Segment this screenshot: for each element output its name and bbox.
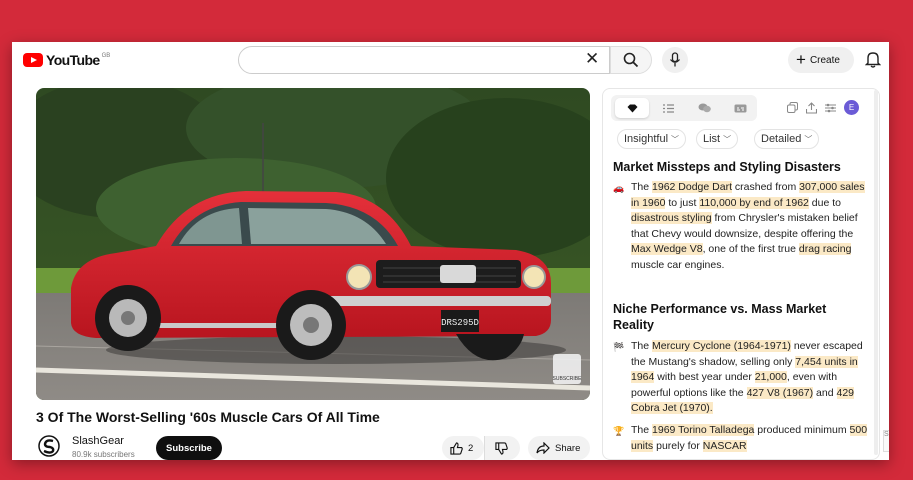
summary-text: The Mercury Cyclone (1964-1971) never es… <box>631 339 868 417</box>
copy-icon[interactable] <box>787 102 798 113</box>
diamond-icon <box>627 104 637 112</box>
notifications-bell-icon[interactable] <box>865 50 881 68</box>
video-frame-car: DRS295D SUBSCRIBE <box>36 88 590 400</box>
text-segment: due to <box>808 196 842 209</box>
summary-item: 🏁 The Mercury Cyclone (1964-1971) never … <box>613 339 868 417</box>
number-plate: DRS295D <box>441 318 479 328</box>
checkered-flag-icon: 🏁 <box>613 342 625 352</box>
panel-tabs <box>611 95 757 121</box>
video-title: 3 Of The Worst-Selling '60s Muscle Cars … <box>36 409 380 425</box>
text-segment: The <box>631 181 653 193</box>
share-button[interactable]: Share <box>528 436 590 460</box>
filter-label-detailed: Detailed <box>761 133 802 145</box>
chat-bubbles-icon <box>698 103 711 113</box>
channel-name[interactable]: SlashGear <box>72 435 124 447</box>
user-avatar[interactable]: E <box>844 100 859 115</box>
thumbs-down-icon <box>495 441 508 455</box>
highlighted-term: 21,000 <box>754 371 787 383</box>
create-label: Create <box>809 54 840 66</box>
highlighted-term: disastrous styling <box>631 212 712 224</box>
text-segment: to just <box>665 196 700 209</box>
filter-list[interactable]: List ﹀ <box>696 129 739 149</box>
trophy-icon: 🏆 <box>613 426 625 436</box>
tab-chat[interactable] <box>687 98 721 118</box>
highlighted-term: 427 V8 (1967) <box>746 386 814 399</box>
youtube-play-icon <box>23 53 43 67</box>
channel-avatar-icon[interactable] <box>38 435 60 457</box>
page-scrollbar[interactable] <box>874 90 878 455</box>
logo-region: GB <box>101 53 111 59</box>
like-button[interactable]: 2 <box>442 436 484 460</box>
filter-label-list: List <box>703 133 721 145</box>
microphone-icon <box>669 52 681 67</box>
highlighted-term: 110,000 by end of 1962 <box>699 196 809 209</box>
section-title-niche-performance: Niche Performance vs. Mass Market Realit… <box>613 302 827 332</box>
search-input[interactable] <box>238 46 610 74</box>
filter-detailed[interactable]: Detailed ﹀ <box>754 129 820 149</box>
text-segment: purely for <box>653 439 703 452</box>
summary-text: The 1962 Dodge Dart crashed from 307,000… <box>631 180 868 273</box>
browser-frame: YouTube GB ✕ + Create DRS295D SUBSCRIBE … <box>12 42 889 460</box>
share-arrow-icon <box>536 442 550 454</box>
filter-label-insightful: Insightful <box>624 133 669 145</box>
highlighted-term: Mercury Cyclone (1964-1971) <box>652 340 791 352</box>
highlighted-term: drag racing <box>798 243 852 255</box>
summary-text: The 1969 Torino Talladega produced minim… <box>631 423 868 454</box>
summary-item: 🚗 The 1962 Dodge Dart crashed from 307,0… <box>613 180 868 273</box>
list-icon <box>662 103 674 113</box>
text-segment: with best year under <box>654 371 755 383</box>
subscribe-button[interactable]: Subscribe <box>156 436 222 460</box>
text-segment: The <box>631 424 653 436</box>
summary-panel: E Insightful ﹀ List ﹀ Detailed ﹀ Market … <box>602 88 880 460</box>
panel-tools: E <box>787 100 859 115</box>
dislike-button[interactable] <box>484 436 520 460</box>
chevron-down-icon: ﹀ <box>723 134 732 144</box>
section-title-market-missteps: Market Missteps and Styling Disasters <box>613 160 841 174</box>
highlighted-term: Max Wedge V8 <box>631 243 703 255</box>
channel-subscribers: 80.9k subscribers <box>72 450 135 459</box>
tab-insights[interactable] <box>615 98 649 118</box>
settings-sliders-icon[interactable] <box>825 103 836 113</box>
logo-text: YouTube <box>46 52 100 68</box>
highlighted-term: NASCAR <box>702 439 747 452</box>
tab-list[interactable] <box>651 98 685 118</box>
upload-icon[interactable] <box>806 101 817 114</box>
filter-insightful[interactable]: Insightful ﹀ <box>617 129 687 149</box>
thumbs-up-icon <box>450 441 463 455</box>
side-tab[interactable]: S <box>883 430 889 452</box>
text-segment: and <box>813 386 837 399</box>
youtube-header: YouTube GB ✕ + Create <box>12 42 889 78</box>
search-icon <box>623 52 639 68</box>
highlighted-term: 1969 Torino Talladega <box>652 424 755 436</box>
search-button[interactable] <box>610 46 652 74</box>
chevron-down-icon: ﹀ <box>671 134 680 144</box>
highlighted-term: 1962 Dodge Dart <box>652 181 732 193</box>
tab-captions[interactable] <box>723 98 757 118</box>
subscribe-watermark: SUBSCRIBE <box>553 376 583 382</box>
chevron-down-icon: ﹀ <box>804 134 813 144</box>
captions-icon <box>734 104 746 112</box>
video-player[interactable]: DRS295D SUBSCRIBE <box>36 88 590 400</box>
plus-icon: + <box>796 50 806 69</box>
share-label: Share <box>555 442 581 454</box>
text-segment: , one of the first true <box>702 243 799 255</box>
create-button[interactable]: + Create <box>788 47 854 73</box>
like-count: 2 <box>468 442 474 454</box>
youtube-logo[interactable]: YouTube GB <box>23 52 110 68</box>
car-icon: 🚗 <box>613 183 625 193</box>
text-segment: The <box>631 340 653 352</box>
text-segment: muscle car engines. <box>631 258 725 271</box>
text-segment: produced minimum <box>754 424 850 436</box>
clear-search-icon[interactable]: ✕ <box>585 49 599 69</box>
text-segment: crashed from <box>732 181 800 193</box>
voice-search-button[interactable] <box>662 47 688 73</box>
summary-item: 🏆 The 1969 Torino Talladega produced min… <box>613 423 868 454</box>
